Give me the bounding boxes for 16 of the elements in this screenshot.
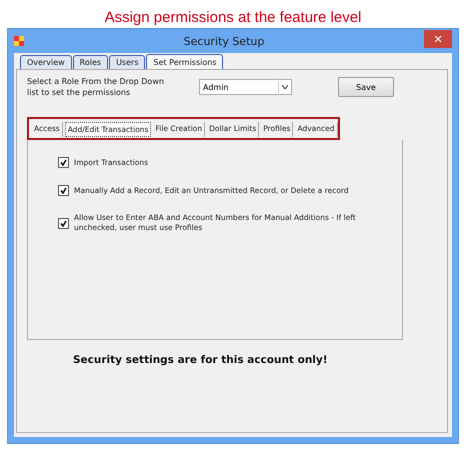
tab[interactable]: Set Permissions: [146, 54, 224, 69]
close-button[interactable]: ✕: [424, 30, 452, 48]
tab[interactable]: Roles: [72, 55, 108, 69]
tab[interactable]: Users: [109, 55, 146, 69]
tab[interactable]: Overview: [20, 55, 72, 69]
window-title: Security Setup: [182, 34, 266, 48]
app-icon: [14, 36, 24, 46]
checkbox[interactable]: [58, 185, 69, 196]
role-prompt: Select a Role From the Drop Down list to set the permissions: [27, 76, 165, 98]
save-button[interactable]: Save: [338, 77, 394, 97]
caret-icon: [282, 85, 288, 89]
notice: Security settings are for this account only!: [73, 354, 329, 366]
checkbox[interactable]: [58, 157, 69, 168]
checkbox[interactable]: [58, 218, 69, 228]
role-dropdown[interactable]: Admin: [199, 79, 292, 95]
caption: Assign permissions at the feature level: [104, 9, 362, 28]
